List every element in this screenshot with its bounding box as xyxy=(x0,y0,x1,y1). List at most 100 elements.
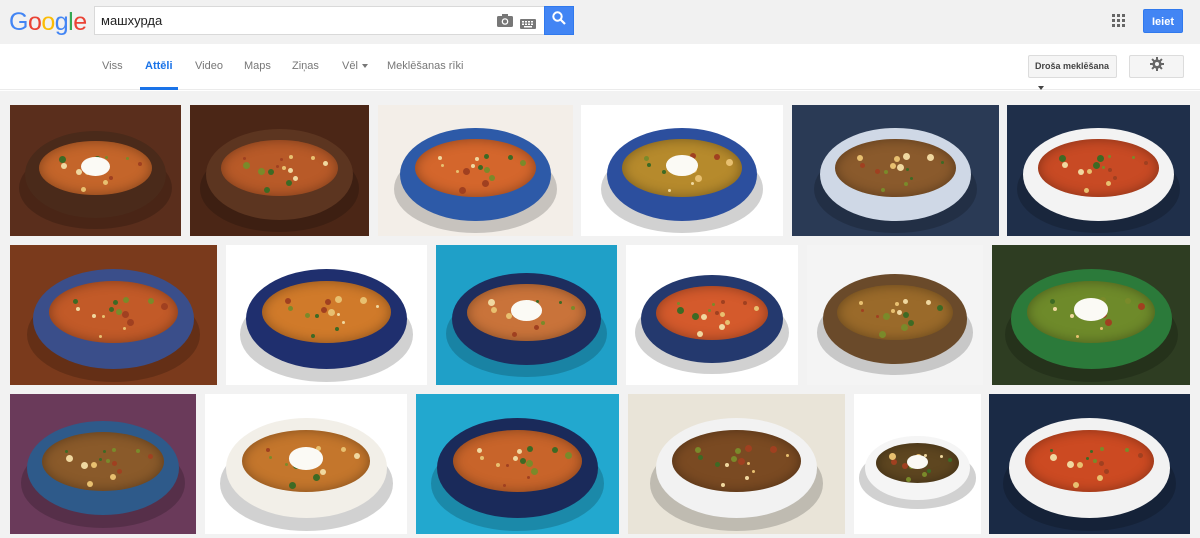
soup xyxy=(655,285,769,340)
soup-ingredient xyxy=(926,153,934,161)
soup-ingredient xyxy=(753,305,759,311)
soup-ingredient xyxy=(894,301,899,306)
soup-ingredient xyxy=(147,297,154,304)
keyboard-icon[interactable] xyxy=(520,16,536,29)
soup-ingredient xyxy=(559,300,563,304)
soup-ingredient xyxy=(275,164,279,168)
soup-ingredient xyxy=(1124,447,1129,452)
image-result[interactable] xyxy=(416,394,619,534)
soup-ingredient xyxy=(724,319,730,325)
chevron-down-icon xyxy=(1038,85,1044,90)
safesearch-button[interactable]: Droša meklēšana xyxy=(1028,55,1117,90)
soup-ingredient xyxy=(289,481,297,489)
soup-ingredient xyxy=(926,468,931,473)
logo-letter: g xyxy=(54,8,69,36)
soup-ingredient xyxy=(502,483,506,487)
soup-ingredient xyxy=(115,309,122,315)
soup-ingredient xyxy=(1099,446,1104,451)
soup-ingredient xyxy=(876,314,880,318)
image-result[interactable] xyxy=(807,245,983,385)
soup-ingredient xyxy=(288,154,293,159)
sour-cream xyxy=(511,300,542,321)
tab-video[interactable]: Video xyxy=(195,44,223,90)
soup-ingredient xyxy=(1069,313,1074,318)
image-result[interactable] xyxy=(992,245,1190,385)
image-result[interactable] xyxy=(1007,105,1190,236)
soup-ingredient xyxy=(691,312,699,320)
soup xyxy=(41,432,164,491)
google-logo[interactable]: Google xyxy=(9,8,87,36)
soup-ingredient xyxy=(267,169,274,176)
tab-more-label: Vēl xyxy=(342,60,358,72)
soup-ingredient xyxy=(526,445,533,452)
sour-cream xyxy=(80,156,111,176)
soup-ingredient xyxy=(1137,453,1143,459)
soup-ingredient xyxy=(700,313,707,320)
tab-more[interactable]: Vēl xyxy=(342,44,368,90)
soup-ingredient xyxy=(712,302,716,306)
soup-ingredient xyxy=(122,296,129,303)
soup-ingredient xyxy=(99,457,103,461)
soup-ingredient xyxy=(321,306,327,313)
logo-letter: o xyxy=(27,8,42,36)
image-result[interactable] xyxy=(378,105,573,236)
soup-ingredient xyxy=(288,167,294,173)
gear-icon xyxy=(1149,57,1164,76)
tab-all[interactable]: Viss xyxy=(102,44,123,90)
soup-ingredient xyxy=(476,447,482,453)
soup-ingredient xyxy=(137,161,142,166)
image-result[interactable] xyxy=(10,105,181,236)
image-result[interactable] xyxy=(10,394,196,534)
soup xyxy=(49,281,178,343)
soup-ingredient xyxy=(903,311,910,318)
soup-ingredient xyxy=(484,166,491,173)
tab-images[interactable]: Attēli xyxy=(140,44,178,90)
soup-ingredient xyxy=(646,163,651,168)
tab-maps[interactable]: Maps xyxy=(244,44,271,90)
soup-ingredient xyxy=(540,320,545,325)
image-result[interactable] xyxy=(226,245,427,385)
soup-ingredient xyxy=(1049,448,1053,452)
soup-ingredient xyxy=(511,332,517,338)
soup-ingredient xyxy=(1092,162,1100,170)
soup-ingredient xyxy=(731,455,737,462)
chevron-down-icon xyxy=(361,64,368,69)
soup-ingredient xyxy=(894,155,901,162)
settings-button[interactable] xyxy=(1129,55,1184,78)
soup-ingredient xyxy=(940,454,944,458)
soup-ingredient xyxy=(1092,459,1097,463)
soup-ingredient xyxy=(925,300,931,306)
soup-ingredient xyxy=(490,306,497,313)
soup-ingredient xyxy=(1085,457,1089,461)
search-icon xyxy=(552,11,566,30)
image-result[interactable] xyxy=(854,394,981,534)
image-result[interactable] xyxy=(989,394,1190,534)
soup-ingredient xyxy=(340,447,346,453)
soup-ingredient xyxy=(742,300,747,305)
image-result[interactable] xyxy=(792,105,999,236)
tab-news[interactable]: Ziņas xyxy=(292,44,319,90)
soup xyxy=(453,430,582,492)
soup-ingredient xyxy=(471,163,476,168)
soup-ingredient xyxy=(1143,160,1148,165)
soup-ingredient xyxy=(328,308,336,316)
image-result[interactable] xyxy=(190,105,369,236)
image-result[interactable] xyxy=(10,245,217,385)
safesearch-label: Droša meklēšana xyxy=(1035,61,1110,71)
soup-ingredient xyxy=(906,476,912,482)
apps-grid-icon[interactable] xyxy=(1112,14,1126,28)
tab-search-tools[interactable]: Meklēšanas rīki xyxy=(387,44,463,90)
image-result[interactable] xyxy=(436,245,617,385)
image-result[interactable] xyxy=(628,394,845,534)
soup-ingredient xyxy=(1077,168,1084,175)
search-button[interactable] xyxy=(544,6,574,35)
sign-in-button[interactable]: Ieiet xyxy=(1143,9,1183,33)
image-result[interactable] xyxy=(205,394,407,534)
search-input[interactable] xyxy=(95,7,485,34)
camera-icon[interactable] xyxy=(497,14,513,27)
sour-cream xyxy=(289,447,323,470)
image-result[interactable] xyxy=(581,105,783,236)
soup-ingredient xyxy=(694,174,702,182)
soup-ingredient xyxy=(455,170,459,174)
image-result[interactable] xyxy=(626,245,798,385)
